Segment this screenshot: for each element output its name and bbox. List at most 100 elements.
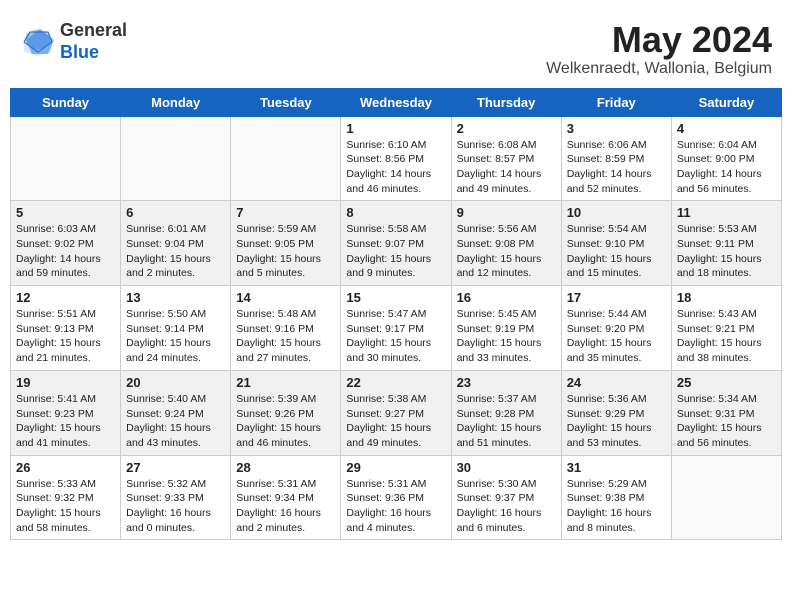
day-header-friday: Friday bbox=[561, 88, 671, 116]
day-number: 28 bbox=[236, 460, 335, 475]
calendar-day: 17 Sunrise: 5:44 AMSunset: 9:20 PMDayligh… bbox=[561, 286, 671, 371]
day-info: Sunrise: 5:31 AMSunset: 9:34 PMDaylight:… bbox=[236, 477, 335, 536]
calendar-week-4: 19 Sunrise: 5:41 AMSunset: 9:23 PMDayligh… bbox=[11, 370, 782, 455]
calendar-day: 28 Sunrise: 5:31 AMSunset: 9:34 PMDayligh… bbox=[231, 455, 341, 540]
day-info: Sunrise: 5:48 AMSunset: 9:16 PMDaylight:… bbox=[236, 307, 335, 366]
day-header-tuesday: Tuesday bbox=[231, 88, 341, 116]
calendar-day: 22 Sunrise: 5:38 AMSunset: 9:27 PMDayligh… bbox=[341, 370, 451, 455]
day-number: 13 bbox=[126, 290, 225, 305]
day-number: 22 bbox=[346, 375, 445, 390]
day-number: 2 bbox=[457, 121, 556, 136]
calendar-day: 26 Sunrise: 5:33 AMSunset: 9:32 PMDayligh… bbox=[11, 455, 121, 540]
day-info: Sunrise: 6:10 AMSunset: 8:56 PMDaylight:… bbox=[346, 138, 445, 197]
day-info: Sunrise: 5:56 AMSunset: 9:08 PMDaylight:… bbox=[457, 222, 556, 281]
logo-text: General Blue bbox=[60, 20, 127, 63]
day-info: Sunrise: 5:38 AMSunset: 9:27 PMDaylight:… bbox=[346, 392, 445, 451]
calendar-day: 4 Sunrise: 6:04 AMSunset: 9:00 PMDaylight… bbox=[671, 116, 781, 201]
day-number: 30 bbox=[457, 460, 556, 475]
day-number: 26 bbox=[16, 460, 115, 475]
logo-blue-text: Blue bbox=[60, 42, 127, 64]
day-number: 10 bbox=[567, 205, 666, 220]
day-header-wednesday: Wednesday bbox=[341, 88, 451, 116]
day-number: 27 bbox=[126, 460, 225, 475]
day-number: 9 bbox=[457, 205, 556, 220]
logo-icon bbox=[20, 24, 56, 60]
day-info: Sunrise: 5:41 AMSunset: 9:23 PMDaylight:… bbox=[16, 392, 115, 451]
calendar-day: 16Sunrise: 5:45 AMSunset: 9:19 PMDayligh… bbox=[451, 286, 561, 371]
calendar-day: 19 Sunrise: 5:41 AMSunset: 9:23 PMDayligh… bbox=[11, 370, 121, 455]
day-info: Sunrise: 5:43 AMSunset: 9:21 PMDaylight:… bbox=[677, 307, 776, 366]
calendar-week-2: 5 Sunrise: 6:03 AMSunset: 9:02 PMDaylight… bbox=[11, 201, 782, 286]
calendar-day: 24 Sunrise: 5:36 AMSunset: 9:29 PMDayligh… bbox=[561, 370, 671, 455]
calendar-day: 1Sunrise: 6:10 AMSunset: 8:56 PMDaylight… bbox=[341, 116, 451, 201]
calendar-week-1: 1Sunrise: 6:10 AMSunset: 8:56 PMDaylight… bbox=[11, 116, 782, 201]
calendar-day: 2 Sunrise: 6:08 AMSunset: 8:57 PMDaylight… bbox=[451, 116, 561, 201]
day-header-sunday: Sunday bbox=[11, 88, 121, 116]
day-info: Sunrise: 5:30 AMSunset: 9:37 PMDaylight:… bbox=[457, 477, 556, 536]
day-info: Sunrise: 5:32 AMSunset: 9:33 PMDaylight:… bbox=[126, 477, 225, 536]
calendar-day: 9 Sunrise: 5:56 AMSunset: 9:08 PMDaylight… bbox=[451, 201, 561, 286]
day-info: Sunrise: 5:50 AMSunset: 9:14 PMDaylight:… bbox=[126, 307, 225, 366]
day-info: Sunrise: 6:06 AMSunset: 8:59 PMDaylight:… bbox=[567, 138, 666, 197]
title-section: May 2024 Welkenraedt, Wallonia, Belgium bbox=[546, 20, 772, 78]
day-number: 4 bbox=[677, 121, 776, 136]
calendar-day: 30 Sunrise: 5:30 AMSunset: 9:37 PMDayligh… bbox=[451, 455, 561, 540]
calendar-week-3: 12Sunrise: 5:51 AMSunset: 9:13 PMDayligh… bbox=[11, 286, 782, 371]
day-info: Sunrise: 5:37 AMSunset: 9:28 PMDaylight:… bbox=[457, 392, 556, 451]
day-number: 21 bbox=[236, 375, 335, 390]
calendar-header-row: SundayMondayTuesdayWednesdayThursdayFrid… bbox=[11, 88, 782, 116]
calendar-day: 20Sunrise: 5:40 AMSunset: 9:24 PMDayligh… bbox=[121, 370, 231, 455]
logo: General Blue bbox=[20, 20, 127, 63]
calendar-week-5: 26 Sunrise: 5:33 AMSunset: 9:32 PMDayligh… bbox=[11, 455, 782, 540]
day-info: Sunrise: 6:03 AMSunset: 9:02 PMDaylight:… bbox=[16, 222, 115, 281]
calendar-day: 10Sunrise: 5:54 AMSunset: 9:10 PMDayligh… bbox=[561, 201, 671, 286]
logo-general-text: General bbox=[60, 20, 127, 42]
calendar-header: General Blue May 2024 Welkenraedt, Wallo… bbox=[10, 10, 782, 83]
day-info: Sunrise: 6:08 AMSunset: 8:57 PMDaylight:… bbox=[457, 138, 556, 197]
calendar-day: 21Sunrise: 5:39 AMSunset: 9:26 PMDayligh… bbox=[231, 370, 341, 455]
calendar-day: 18 Sunrise: 5:43 AMSunset: 9:21 PMDayligh… bbox=[671, 286, 781, 371]
day-number: 18 bbox=[677, 290, 776, 305]
calendar-day: 7Sunrise: 5:59 AMSunset: 9:05 PMDaylight… bbox=[231, 201, 341, 286]
day-info: Sunrise: 5:59 AMSunset: 9:05 PMDaylight:… bbox=[236, 222, 335, 281]
calendar-day: 14 Sunrise: 5:48 AMSunset: 9:16 PMDayligh… bbox=[231, 286, 341, 371]
day-info: Sunrise: 5:33 AMSunset: 9:32 PMDaylight:… bbox=[16, 477, 115, 536]
day-info: Sunrise: 5:36 AMSunset: 9:29 PMDaylight:… bbox=[567, 392, 666, 451]
day-info: Sunrise: 5:58 AMSunset: 9:07 PMDaylight:… bbox=[346, 222, 445, 281]
month-year-title: May 2024 bbox=[546, 20, 772, 60]
day-info: Sunrise: 5:44 AMSunset: 9:20 PMDaylight:… bbox=[567, 307, 666, 366]
day-number: 12 bbox=[16, 290, 115, 305]
day-number: 8 bbox=[346, 205, 445, 220]
day-number: 24 bbox=[567, 375, 666, 390]
calendar-day bbox=[671, 455, 781, 540]
calendar-day: 31Sunrise: 5:29 AMSunset: 9:38 PMDayligh… bbox=[561, 455, 671, 540]
calendar-day bbox=[11, 116, 121, 201]
day-number: 29 bbox=[346, 460, 445, 475]
calendar-day: 8 Sunrise: 5:58 AMSunset: 9:07 PMDaylight… bbox=[341, 201, 451, 286]
day-number: 11 bbox=[677, 205, 776, 220]
calendar-body: 1Sunrise: 6:10 AMSunset: 8:56 PMDaylight… bbox=[11, 116, 782, 540]
day-info: Sunrise: 5:47 AMSunset: 9:17 PMDaylight:… bbox=[346, 307, 445, 366]
day-number: 31 bbox=[567, 460, 666, 475]
calendar-day: 29 Sunrise: 5:31 AMSunset: 9:36 PMDayligh… bbox=[341, 455, 451, 540]
calendar-day: 11 Sunrise: 5:53 AMSunset: 9:11 PMDayligh… bbox=[671, 201, 781, 286]
day-number: 23 bbox=[457, 375, 556, 390]
day-number: 14 bbox=[236, 290, 335, 305]
calendar-day: 12Sunrise: 5:51 AMSunset: 9:13 PMDayligh… bbox=[11, 286, 121, 371]
calendar-table: SundayMondayTuesdayWednesdayThursdayFrid… bbox=[10, 88, 782, 541]
calendar-day bbox=[121, 116, 231, 201]
day-info: Sunrise: 5:53 AMSunset: 9:11 PMDaylight:… bbox=[677, 222, 776, 281]
days-of-week-row: SundayMondayTuesdayWednesdayThursdayFrid… bbox=[11, 88, 782, 116]
calendar-day: 6Sunrise: 6:01 AMSunset: 9:04 PMDaylight… bbox=[121, 201, 231, 286]
day-number: 17 bbox=[567, 290, 666, 305]
calendar-day: 5 Sunrise: 6:03 AMSunset: 9:02 PMDaylight… bbox=[11, 201, 121, 286]
day-info: Sunrise: 6:01 AMSunset: 9:04 PMDaylight:… bbox=[126, 222, 225, 281]
day-info: Sunrise: 5:31 AMSunset: 9:36 PMDaylight:… bbox=[346, 477, 445, 536]
day-number: 19 bbox=[16, 375, 115, 390]
calendar-day: 3 Sunrise: 6:06 AMSunset: 8:59 PMDaylight… bbox=[561, 116, 671, 201]
day-number: 5 bbox=[16, 205, 115, 220]
day-header-thursday: Thursday bbox=[451, 88, 561, 116]
day-info: Sunrise: 6:04 AMSunset: 9:00 PMDaylight:… bbox=[677, 138, 776, 197]
calendar-day: 23 Sunrise: 5:37 AMSunset: 9:28 PMDayligh… bbox=[451, 370, 561, 455]
day-number: 3 bbox=[567, 121, 666, 136]
